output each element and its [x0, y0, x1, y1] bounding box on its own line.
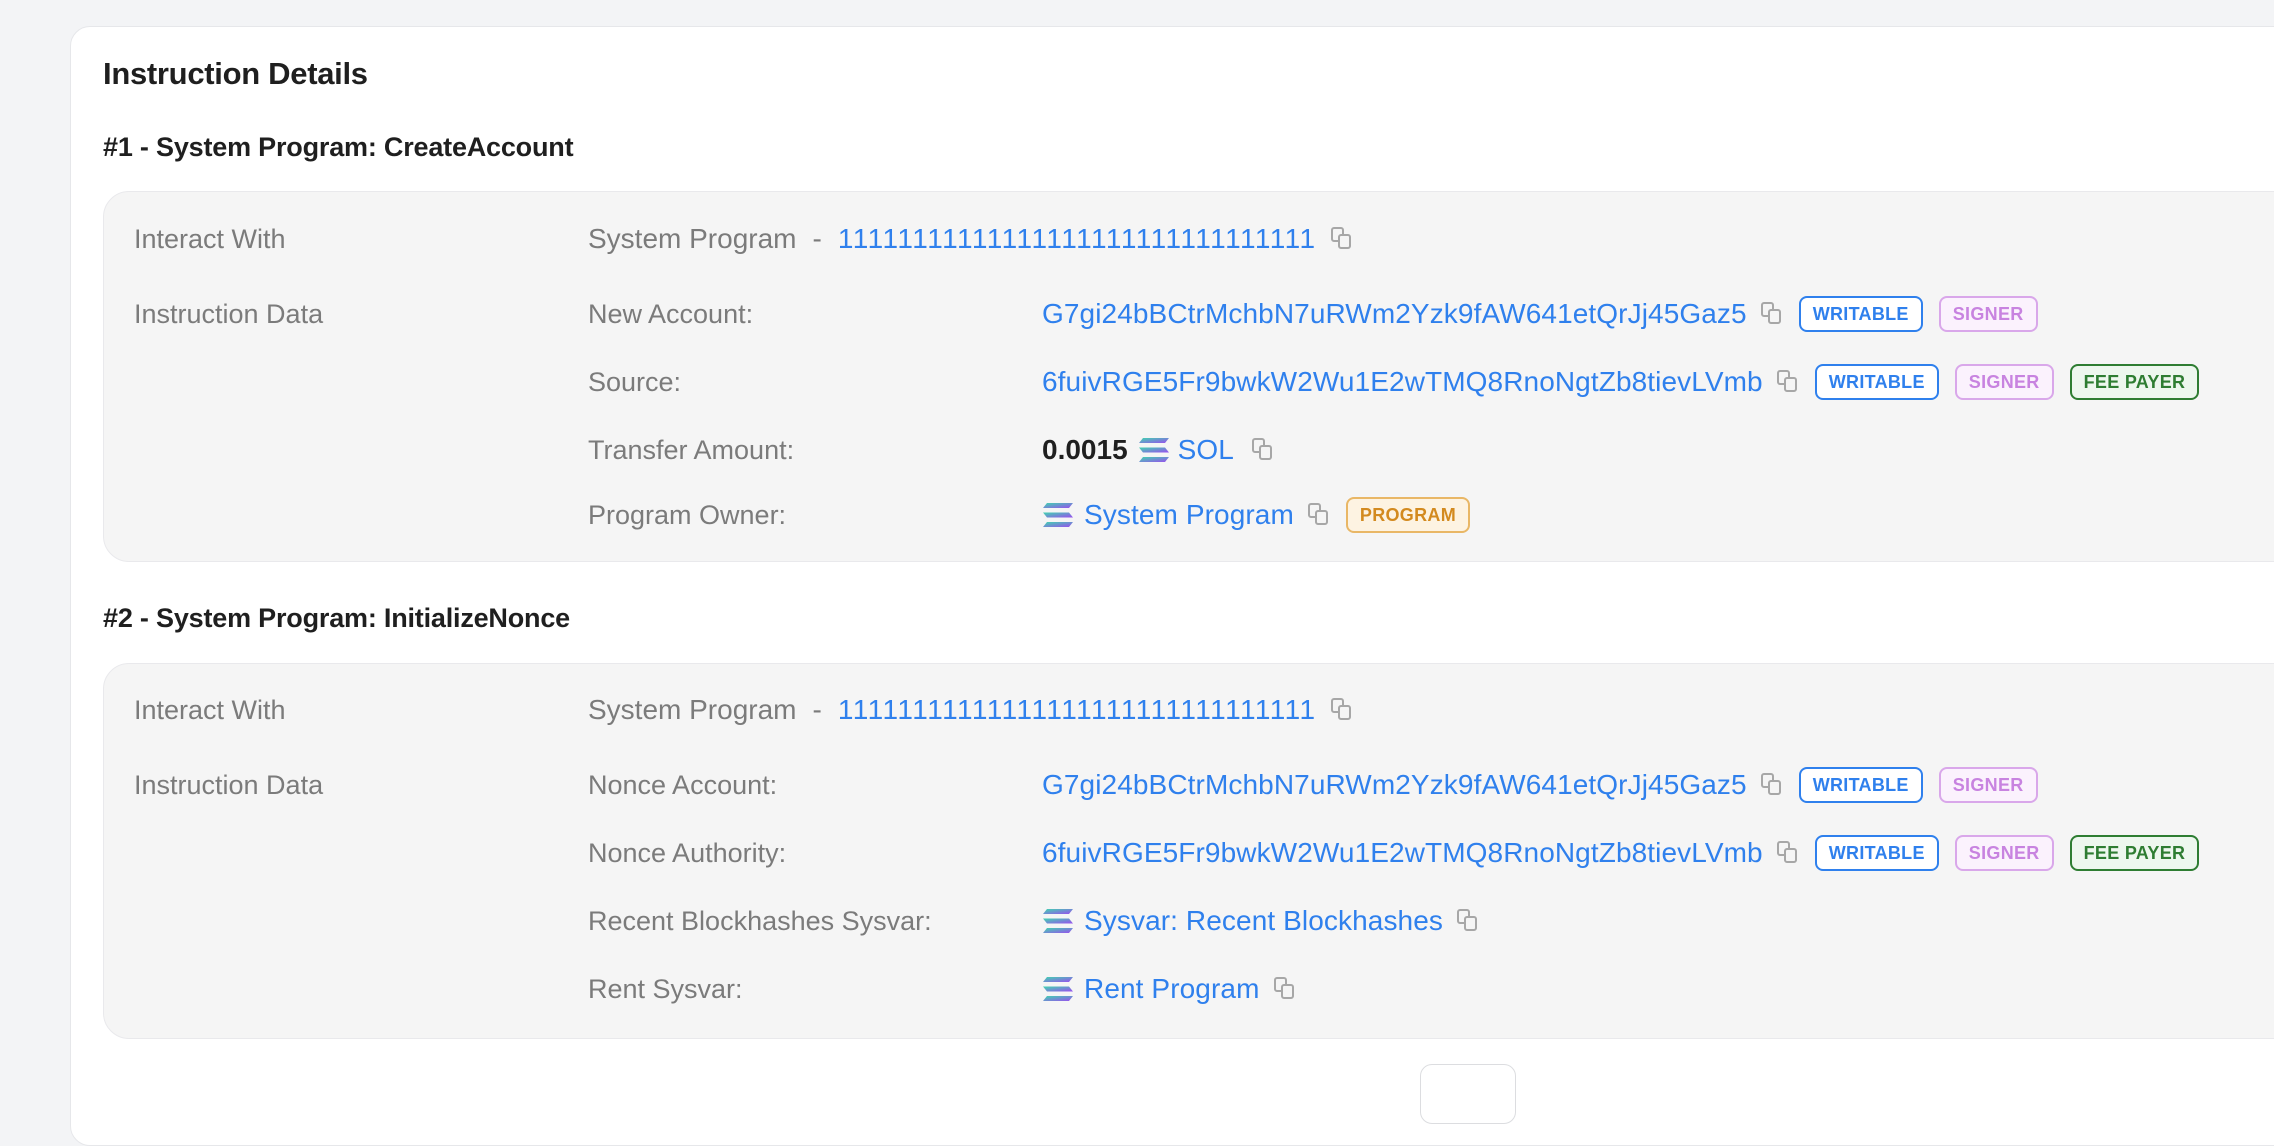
interact-program: System Program - 11111111111111111111111…: [588, 219, 1353, 259]
signer-badge: SIGNER: [1938, 296, 2038, 332]
field-label: Program Owner:: [588, 500, 787, 530]
signer-badge: SIGNER: [1954, 835, 2054, 871]
copy-icon[interactable]: [1760, 773, 1783, 797]
account-address-link[interactable]: 6fuivRGE5Fr9bwkW2Wu1E2wTMQ8RnoNgtZb8tiev…: [1042, 837, 1763, 869]
solana-icon: [1043, 909, 1073, 933]
instruction-data-label: Instruction Data: [134, 299, 324, 329]
interact-with-row: Interact With System Program - 111111111…: [104, 219, 2274, 259]
account-address-link[interactable]: G7gi24bBCtrMchbN7uRWm2Yzk9fAW641etQrJj45…: [1042, 298, 1747, 330]
field-value: Sysvar: Recent Blockhashes: [1042, 901, 1479, 941]
program-id-link[interactable]: 11111111111111111111111111111111: [838, 223, 1317, 255]
field-label: Nonce Authority:: [588, 838, 787, 868]
program-name: System Program: [588, 694, 797, 725]
instruction-1-box: Interact With System Program - 111111111…: [103, 191, 2274, 562]
field-row: Nonce Authority: 6fuivRGE5Fr9bwkW2Wu1E2w…: [104, 833, 2274, 873]
field-value: 6fuivRGE5Fr9bwkW2Wu1E2wTMQ8RnoNgtZb8tiev…: [1042, 833, 2200, 873]
field-row: Transfer Amount: 0.0015 SOL: [104, 430, 2274, 470]
field-row: Instruction Data Nonce Account: G7gi24bB…: [104, 765, 2274, 805]
writable-badge: WRITABLE: [1798, 767, 1923, 803]
field-value: System Program PROGRAM: [1042, 495, 1471, 535]
separator: -: [812, 694, 822, 725]
field-label: Nonce Account:: [588, 770, 778, 800]
solana-icon: [1043, 977, 1073, 1001]
field-row: Source: 6fuivRGE5Fr9bwkW2Wu1E2wTMQ8RnoNg…: [104, 362, 2274, 402]
instruction-2-title: #2 - System Program: InitializeNonce: [103, 603, 570, 633]
sysvar-link[interactable]: Sysvar: Recent Blockhashes: [1084, 905, 1443, 937]
rent-program-link[interactable]: Rent Program: [1084, 973, 1260, 1005]
instruction-1-title: #1 - System Program: CreateAccount: [103, 132, 574, 162]
page-background: [0, 0, 70, 1088]
copy-icon[interactable]: [1776, 841, 1799, 865]
instruction-data-label: Instruction Data: [134, 770, 324, 800]
interact-with-label: Interact With: [134, 695, 286, 725]
program-owner-link[interactable]: System Program: [1084, 499, 1294, 531]
fee-payer-badge: FEE PAYER: [2069, 835, 2200, 871]
interact-program: System Program - 11111111111111111111111…: [588, 690, 1353, 730]
interact-with-label: Interact With: [134, 224, 286, 254]
signer-badge: SIGNER: [1938, 767, 2038, 803]
field-value: G7gi24bBCtrMchbN7uRWm2Yzk9fAW641etQrJj45…: [1042, 765, 2038, 805]
solana-icon: [1043, 503, 1073, 527]
program-badge: PROGRAM: [1345, 497, 1471, 533]
writable-badge: WRITABLE: [1798, 296, 1923, 332]
field-label: Source:: [588, 367, 682, 397]
signer-badge: SIGNER: [1954, 364, 2054, 400]
copy-icon[interactable]: [1457, 909, 1479, 933]
program-id-link[interactable]: 11111111111111111111111111111111: [838, 694, 1317, 726]
writable-badge: WRITABLE: [1814, 364, 1939, 400]
account-address-link[interactable]: G7gi24bBCtrMchbN7uRWm2Yzk9fAW641etQrJj45…: [1042, 769, 1747, 801]
field-value: Rent Program: [1042, 969, 1296, 1009]
account-address-link[interactable]: 6fuivRGE5Fr9bwkW2Wu1E2wTMQ8RnoNgtZb8tiev…: [1042, 366, 1763, 398]
field-label: New Account:: [588, 299, 754, 329]
card-title: Instruction Details: [103, 56, 368, 91]
field-label: Transfer Amount:: [588, 435, 795, 465]
field-value: 0.0015 SOL: [1042, 430, 1274, 470]
field-row: Program Owner: System Program PROGRAM: [104, 495, 2274, 535]
field-row: Instruction Data New Account: G7gi24bBCt…: [104, 294, 2274, 334]
writable-badge: WRITABLE: [1814, 835, 1939, 871]
interact-with-row: Interact With System Program - 111111111…: [104, 690, 2274, 730]
field-label: Rent Sysvar:: [588, 974, 743, 1004]
pagination-button[interactable]: [1420, 1064, 1516, 1124]
field-value: 6fuivRGE5Fr9bwkW2Wu1E2wTMQ8RnoNgtZb8tiev…: [1042, 362, 2200, 402]
transfer-amount: 0.0015: [1042, 434, 1128, 465]
solana-icon: [1138, 438, 1169, 462]
copy-icon[interactable]: [1330, 227, 1353, 251]
copy-icon[interactable]: [1273, 977, 1296, 1001]
separator: -: [812, 223, 822, 254]
copy-icon[interactable]: [1307, 503, 1330, 527]
field-label: Recent Blockhashes Sysvar:: [588, 906, 932, 936]
field-row: Rent Sysvar: Rent Program: [104, 969, 2274, 1009]
copy-icon[interactable]: [1776, 370, 1799, 394]
copy-icon[interactable]: [1251, 438, 1274, 462]
field-value: G7gi24bBCtrMchbN7uRWm2Yzk9fAW641etQrJj45…: [1042, 294, 2038, 334]
copy-icon[interactable]: [1330, 698, 1353, 722]
instruction-2-box: Interact With System Program - 111111111…: [103, 663, 2274, 1039]
token-link[interactable]: SOL: [1178, 434, 1234, 466]
copy-icon[interactable]: [1760, 302, 1783, 326]
fee-payer-badge: FEE PAYER: [2069, 364, 2200, 400]
program-name: System Program: [588, 223, 797, 254]
field-row: Recent Blockhashes Sysvar: Sysvar: Recen…: [104, 901, 2274, 941]
